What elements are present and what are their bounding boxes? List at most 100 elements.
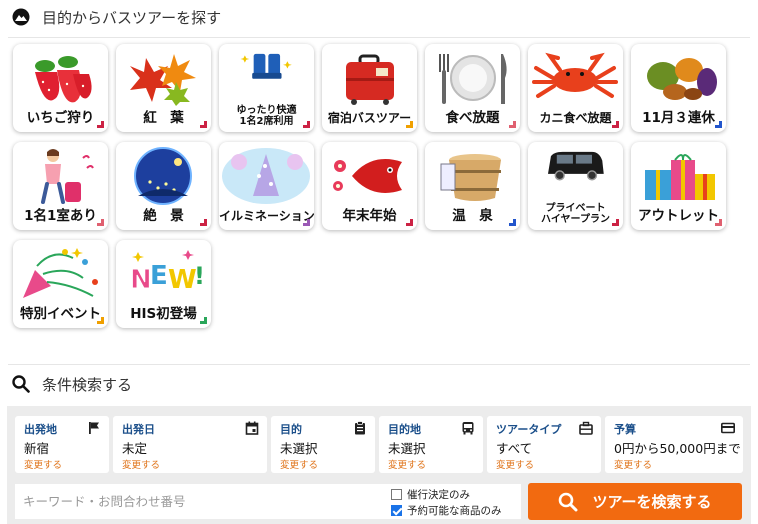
tile-single-room[interactable]: 1名1室あり [13,142,108,230]
party-popper-icon [23,248,98,298]
autumn-harvest-icon [647,58,717,100]
search-panel: 出発地 新宿 変更する 出発日 未定 変更する 目的 未選択 変更する 目的地 … [7,406,751,524]
card-value: 未選択 [388,441,426,456]
tile-comfortable-seats[interactable]: ゆったり快適 1名2席利用 [219,44,314,132]
change-link[interactable]: 変更する [280,457,318,471]
search-section-title: 条件検索する [42,375,133,394]
confirmed-only-checkbox[interactable]: 催行決定のみ [391,487,470,502]
tile-november-holiday[interactable]: 11月３連休 [631,44,726,132]
briefcase-icon [579,421,593,435]
tile-private-hire[interactable]: プライベート ハイヤープラン [528,142,623,230]
purpose-section-header: 目的からバスツアーを探す [12,4,221,30]
search-submit-button[interactable]: ツアーを検索する [528,483,742,520]
corner-marker [303,219,310,226]
svg-text:!: ! [194,262,205,290]
suitcase-icon [346,54,394,105]
change-link[interactable]: 変更する [614,457,652,471]
keyword-search-input[interactable]: キーワード・お問合わせ番号 [15,484,385,519]
corner-marker [509,219,516,226]
corner-marker [200,317,207,324]
flag-icon [89,422,99,434]
search-button-label: ツアーを検索する [592,493,712,511]
new-year-icon [333,159,402,193]
search-icon [559,492,578,511]
corner-marker [715,121,722,128]
tile-scenery[interactable]: 絶 景 [116,142,211,230]
credit-card-icon [721,422,735,434]
svg-text:E: E [150,261,168,291]
card-title: ツアータイプ [496,423,562,436]
corner-marker [715,219,722,226]
clipboard-icon [355,421,365,435]
card-title: 出発日 [122,423,155,436]
minivan-icon [548,151,604,181]
tile-label: カニ食べ放題 [539,111,612,125]
purpose-card[interactable]: 目的 未選択 変更する [271,416,375,473]
tile-onsen[interactable]: 温 泉 [425,142,520,230]
tile-label: 温 泉 [452,208,493,224]
checkbox-box[interactable] [391,489,402,500]
traveler-icon [41,149,94,204]
corner-marker [406,219,413,226]
tile-label: HIS初登場 [130,306,197,322]
crab-icon [532,52,618,98]
tile-label: ゆったり快適 1名2席利用 [236,105,297,127]
card-value: 未選択 [280,441,318,456]
departure-place-card[interactable]: 出発地 新宿 変更する [15,416,109,473]
departure-date-card[interactable]: 出発日 未定 変更する [113,416,267,473]
tile-crab-buffet[interactable]: カニ食べ放題 [528,44,623,132]
tile-year-end[interactable]: 年末年始 [322,142,417,230]
card-title: 目的地 [388,423,421,436]
strawberry-icon [35,56,92,103]
corner-marker [406,121,413,128]
tour-type-card[interactable]: ツアータイプ すべて 変更する [487,416,601,473]
card-value: すべて [496,441,533,456]
checkbox-box[interactable] [391,505,402,516]
corner-marker [612,219,619,226]
new-badge-icon: N E W ! [130,250,205,296]
change-link[interactable]: 変更する [122,457,160,471]
tile-illumination[interactable]: イルミネーション [219,142,314,230]
illumination-icon [222,148,310,204]
card-value: 0円から50,000円まで [614,441,741,456]
svg-text:W: W [168,265,197,295]
change-link[interactable]: 変更する [496,457,534,471]
gift-boxes-icon [645,154,715,200]
tile-his-new[interactable]: N E W ! HIS初登場 [116,240,211,328]
corner-marker [97,317,104,324]
tile-strawberry-picking[interactable]: いちご狩り [13,44,108,132]
corner-marker [97,219,104,226]
bus-seats-icon [240,53,292,79]
divider [8,364,750,365]
tile-autumn-leaves[interactable]: 紅 葉 [116,44,211,132]
card-title: 出発地 [24,423,57,436]
tile-label: イルミネーション [219,209,314,223]
tile-label: プライベート ハイヤープラン [541,203,610,225]
tile-all-you-can-eat[interactable]: 食べ放題 [425,44,520,132]
cutlery-icon [439,54,507,104]
checkbox-label: 予約可能な商品のみ [407,505,502,517]
tile-label: 年末年始 [342,208,397,224]
tile-label: 11月３連休 [642,110,715,126]
corner-marker [97,121,104,128]
card-title: 目的 [280,423,302,436]
tile-label: 1名1室あり [24,208,97,224]
corner-marker [303,121,310,128]
budget-card[interactable]: 予算 0円から50,000円まで 変更する [605,416,743,473]
search-section-header: 条件検索する [12,371,132,397]
calendar-icon [245,421,259,435]
tile-label: 紅 葉 [143,110,184,126]
corner-marker [200,219,207,226]
change-link[interactable]: 変更する [24,457,62,471]
tile-outlet[interactable]: アウトレット [631,142,726,230]
tile-label: アウトレット [638,208,719,224]
change-link[interactable]: 変更する [388,457,426,471]
tile-special-event[interactable]: 特別イベント [13,240,108,328]
tile-overnight-tour[interactable]: 宿泊バスツアー [322,44,417,132]
bookable-only-checkbox[interactable]: 予約可能な商品のみ [391,503,502,518]
corner-marker [612,121,619,128]
tile-label: 特別イベント [20,306,101,322]
checkbox-label: 催行決定のみ [407,489,470,501]
destination-card[interactable]: 目的地 未選択 変更する [379,416,483,473]
purpose-section-title: 目的からバスツアーを探す [42,8,222,27]
